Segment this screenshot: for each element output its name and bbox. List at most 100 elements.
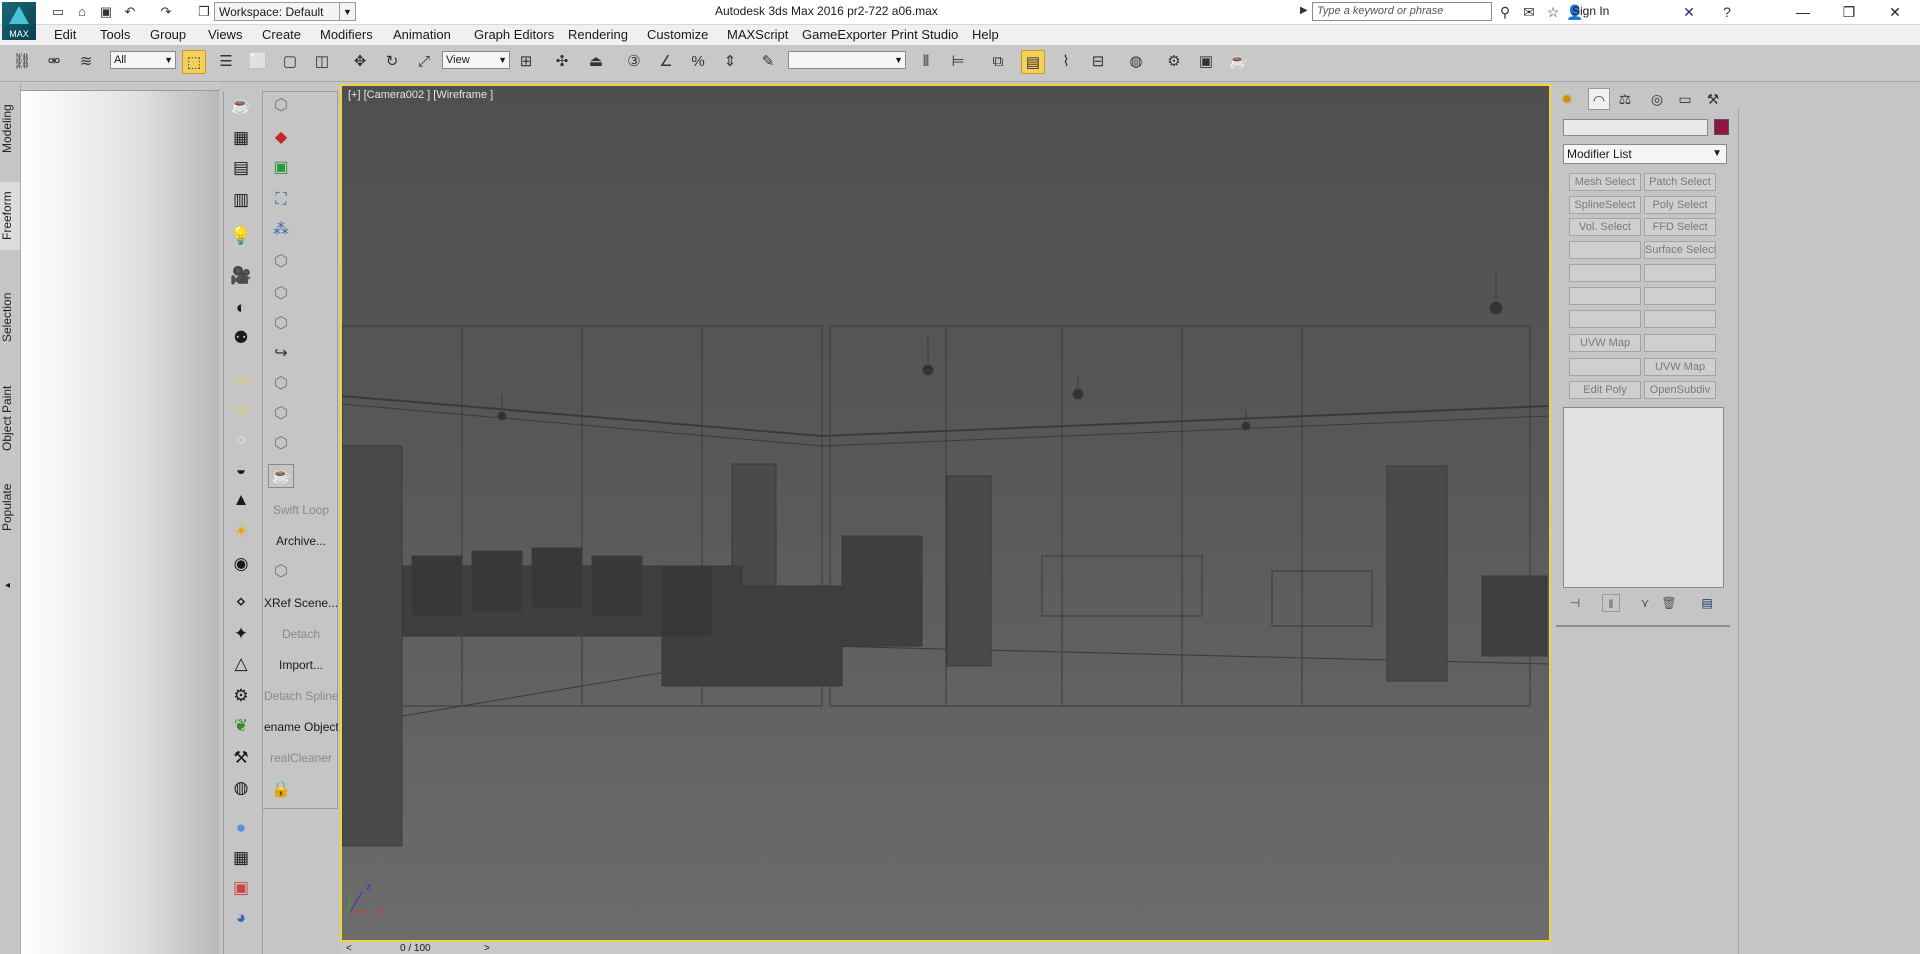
unlink-icon[interactable]: ⚮ [42,50,66,74]
menu-graph-editors[interactable]: Graph Editors [474,27,554,42]
paint-brush-icon[interactable]: ✦ [228,622,254,646]
render-frame-icon[interactable]: ▣ [228,876,254,900]
redo-icon[interactable]: ↷ [158,4,174,20]
new-file-icon[interactable]: ▭ [50,4,66,20]
layer-manager-icon[interactable]: ⧉ [986,50,1010,74]
teapot-icon[interactable]: ☕ [228,94,254,118]
show-end-result-icon[interactable]: ‖ [1602,594,1620,612]
grid-tool-icon[interactable]: ⋄ [228,590,254,614]
sphere-half-icon[interactable]: ⬭ [228,398,254,422]
modifier-slot-button[interactable] [1569,358,1641,376]
arrow-redo-icon[interactable]: ↪ [268,342,294,366]
window-crossing-icon[interactable]: ▢ [278,50,302,74]
bowl-icon[interactable]: ◒ [228,458,254,482]
light-bulb-icon[interactable]: 💡 [228,224,254,248]
search-input[interactable]: Type a keyword or phrase [1312,2,1492,21]
pyramid-icon[interactable]: △ [228,652,254,676]
ribbon-tab-modeling[interactable]: Modeling [0,96,20,162]
menu-gameexporter[interactable]: GameExporter [802,27,887,42]
rectangular-selection-icon[interactable]: ⬜ [246,50,270,74]
workspace-dropdown[interactable]: Workspace: Default [214,2,340,21]
patch-select-button[interactable]: Patch Select [1644,173,1716,191]
configure-modifier-sets-icon[interactable]: ▤ [1698,594,1716,612]
help-icon[interactable]: ? [1718,3,1736,21]
angle-snap-icon[interactable]: ∠ [654,50,678,74]
modifier-slot-button[interactable] [1644,264,1716,282]
modifier-slot-button[interactable] [1569,241,1641,259]
surface-select-button[interactable]: Surface Select [1644,241,1716,259]
detach-button[interactable]: Detach [264,627,338,641]
spinner-snap-icon[interactable]: ⇕ [718,50,742,74]
modifier-slot-button[interactable] [1644,334,1716,352]
swift-loop-button[interactable]: Swift Loop [264,503,338,517]
link-icon[interactable]: ⛓ [10,50,34,74]
modifier-slot-button[interactable] [1644,287,1716,305]
glass-sphere-icon[interactable]: ● [228,816,254,840]
modify-tab-icon[interactable]: ◠ [1588,88,1610,110]
rename-objects-button[interactable]: ename Objects [264,720,338,734]
open-file-icon[interactable]: ⌂ [74,4,90,20]
motion-tab-icon[interactable]: ◎ [1646,88,1668,110]
named-selection-dropdown[interactable]: ▼ [788,51,906,69]
plant-icon[interactable]: ❦ [228,714,254,738]
plane-icon[interactable]: ▭ [228,368,254,392]
crossing-icon[interactable]: ◫ [310,50,334,74]
calculator-icon[interactable]: ▤ [228,156,254,180]
ribbon-tab-object-paint[interactable]: Object Paint [0,378,20,458]
make-unique-icon[interactable]: ⋎ [1636,594,1654,612]
menu-print-studio[interactable]: Print Studio [891,27,958,42]
mirror-icon[interactable]: ⫴ [914,50,938,74]
align-icon[interactable]: ⊨ [946,50,970,74]
communication-center-icon[interactable]: ✉ [1520,3,1538,21]
select-object-icon[interactable]: ⬚ [182,50,206,74]
selection-filter-dropdown[interactable]: All ▼ [110,51,176,69]
create-tab-icon[interactable]: ✹ [1556,88,1578,110]
menu-edit[interactable]: Edit [54,27,76,42]
project-folder-icon[interactable]: ❐ [196,4,212,20]
modifier-slot-button[interactable] [1569,310,1641,328]
object-name-field[interactable] [1563,119,1708,136]
xref-scene-button[interactable]: XRef Scene... [264,596,338,610]
opensubdiv-button[interactable]: OpenSubdiv [1644,381,1716,399]
keyboard-shortcut-override-icon[interactable]: ⏏ [584,50,608,74]
teapot-outline-icon[interactable]: ☕ [268,464,294,488]
menu-tools[interactable]: Tools [100,27,130,42]
spreadsheet-icon[interactable]: ▥ [228,188,254,212]
edit-named-selection-icon[interactable]: ✎ [756,50,780,74]
particle-icon[interactable]: ⁂ [268,218,294,242]
menu-customize[interactable]: Customize [647,27,708,42]
green-screen-icon[interactable]: ▣ [268,156,294,180]
poly-select-button[interactable]: Poly Select [1644,196,1716,214]
percent-snap-icon[interactable]: % [686,50,710,74]
box-add-icon[interactable]: ⬡ [268,402,294,426]
time-slider[interactable] [340,943,1551,954]
sphere-icon[interactable]: ○ [228,428,254,452]
edit-poly-button[interactable]: Edit Poly [1569,381,1641,399]
uvw-map-button[interactable]: UVW Map [1644,358,1716,376]
close-icon[interactable]: ✕ [1872,0,1918,24]
favorites-star-icon[interactable]: ☆ [1544,3,1562,21]
material-slots-icon[interactable]: ▦ [228,846,254,870]
real-cleaner-button[interactable]: realCleaner [264,751,338,765]
rendered-frame-window-icon[interactable]: ▣ [1194,50,1218,74]
ribbon-tab-selection[interactable]: Selection [0,282,20,352]
select-by-name-icon[interactable]: ☰ [214,50,238,74]
time-prev-icon[interactable]: < [346,943,352,954]
select-manipulate-icon[interactable]: ✣ [550,50,574,74]
archive-button[interactable]: Archive... [264,534,338,548]
ribbon-tab-populate[interactable]: Populate [0,478,20,536]
modifier-list-dropdown[interactable]: Modifier List ▼ [1563,144,1727,164]
lock-icon[interactable]: 🔒 [268,778,294,802]
box-icon[interactable]: ⬡ [268,94,294,118]
vol-select-button[interactable]: Vol. Select [1569,218,1641,236]
modifier-slot-button[interactable] [1569,264,1641,282]
camera-viewport[interactable]: [+] [Camera002 ] [Wireframe ] x y z [340,84,1551,942]
gear-sphere-icon[interactable]: ⚙ [228,684,254,708]
modifier-stack-view[interactable] [1563,407,1724,588]
restore-icon[interactable]: ❐ [1826,0,1872,24]
scene-explorer-icon[interactable]: ▤ [1021,50,1045,74]
gem-icon[interactable]: ◆ [268,126,294,150]
render-icon[interactable]: ▦ [228,126,254,150]
move-icon[interactable]: ✥ [348,50,372,74]
modifier-slot-button[interactable] [1644,310,1716,328]
